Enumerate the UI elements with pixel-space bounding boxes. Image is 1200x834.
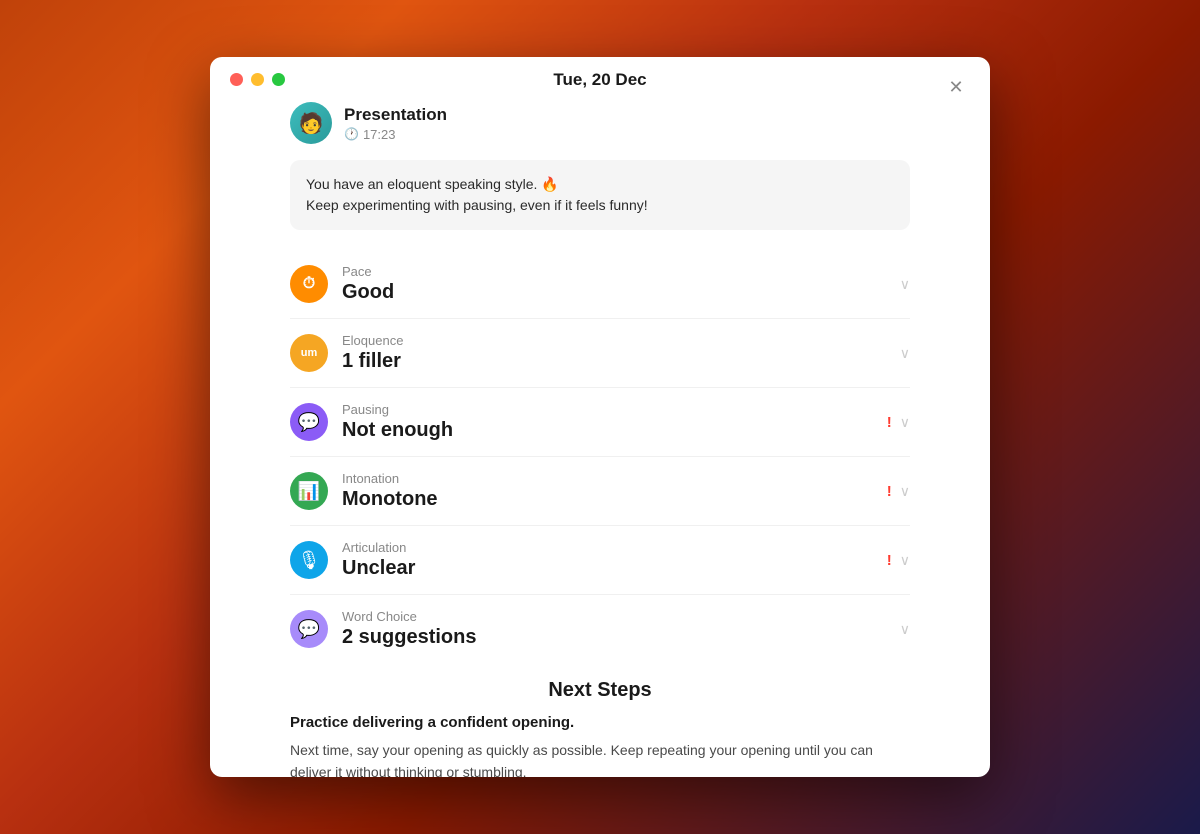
next-steps-title: Next Steps [290, 679, 910, 702]
maximize-traffic-light[interactable] [272, 73, 285, 86]
word-choice-chevron: ∨ [900, 621, 910, 638]
intonation-content: Intonation Monotone [342, 471, 887, 511]
pausing-content: Pausing Not enough [342, 402, 887, 442]
articulation-warning: ! [887, 552, 892, 569]
eloquence-content: Eloquence 1 filler [342, 333, 900, 373]
clock-icon: 🕐 [344, 127, 359, 141]
pausing-value: Not enough [342, 419, 887, 442]
next-steps-body: Next time, say your opening as quickly a… [290, 739, 910, 777]
word-choice-right: ∨ [900, 621, 910, 638]
intonation-label: Intonation [342, 471, 887, 486]
avatar-icon: 🧑 [299, 111, 324, 136]
intonation-warning: ! [887, 483, 892, 500]
next-steps-section: Next Steps Practice delivering a confide… [290, 679, 910, 777]
session-time: 🕐 17:23 [344, 127, 447, 142]
eloquence-value: 1 filler [342, 350, 900, 373]
pausing-icon: 💬 [290, 403, 328, 441]
articulation-chevron: ∨ [900, 552, 910, 569]
avatar: 🧑 [290, 102, 332, 144]
eloquence-chevron: ∨ [900, 345, 910, 362]
session-info: Presentation 🕐 17:23 [344, 105, 447, 142]
articulation-value: Unclear [342, 557, 887, 580]
intonation-chevron: ∨ [900, 483, 910, 500]
eloquence-right: ∨ [900, 345, 910, 362]
articulation-icon: 🎙 [290, 541, 328, 579]
window-title-area: Tue, 20 Dec [553, 70, 646, 90]
pace-chevron: ∨ [900, 276, 910, 293]
feedback-box: You have an eloquent speaking style. 🔥 K… [290, 160, 910, 230]
eloquence-icon: um [290, 334, 328, 372]
content-area: 🧑 Presentation 🕐 17:23 You have an eloqu… [210, 86, 990, 777]
intonation-icon: 📊 [290, 472, 328, 510]
articulation-label: Articulation [342, 540, 887, 555]
session-time-value: 17:23 [363, 127, 396, 142]
articulation-content: Articulation Unclear [342, 540, 887, 580]
articulation-right: ! ∨ [887, 552, 910, 569]
word-choice-label: Word Choice [342, 609, 900, 624]
pausing-label: Pausing [342, 402, 887, 417]
metric-articulation[interactable]: 🎙 Articulation Unclear ! ∨ [290, 526, 910, 595]
feedback-line1: You have an eloquent speaking style. 🔥 [306, 174, 894, 195]
word-choice-content: Word Choice 2 suggestions [342, 609, 900, 649]
metrics-list: ⏱ Pace Good ∨ um Eloquence 1 filler ∨ [290, 250, 910, 663]
pausing-warning: ! [887, 414, 892, 431]
pace-icon: ⏱ [290, 265, 328, 303]
title-bar: Tue, 20 Dec ✕ [210, 57, 990, 86]
metric-eloquence[interactable]: um Eloquence 1 filler ∨ [290, 319, 910, 388]
pace-content: Pace Good [342, 264, 900, 304]
metric-pace[interactable]: ⏱ Pace Good ∨ [290, 250, 910, 319]
pausing-chevron: ∨ [900, 414, 910, 431]
main-window: Tue, 20 Dec ✕ 🧑 Presentation 🕐 17:23 You… [210, 57, 990, 777]
session-title: Presentation [344, 105, 447, 125]
pace-value: Good [342, 281, 900, 304]
pace-right: ∨ [900, 276, 910, 293]
feedback-line2: Keep experimenting with pausing, even if… [306, 195, 894, 216]
close-traffic-light[interactable] [230, 73, 243, 86]
metric-intonation[interactable]: 📊 Intonation Monotone ! ∨ [290, 457, 910, 526]
minimize-traffic-light[interactable] [251, 73, 264, 86]
metric-pausing[interactable]: 💬 Pausing Not enough ! ∨ [290, 388, 910, 457]
intonation-value: Monotone [342, 488, 887, 511]
word-choice-value: 2 suggestions [342, 626, 900, 649]
eloquence-label: Eloquence [342, 333, 900, 348]
word-choice-icon: 💬 [290, 610, 328, 648]
next-steps-heading: Practice delivering a confident opening. [290, 714, 910, 731]
metric-word-choice[interactable]: 💬 Word Choice 2 suggestions ∨ [290, 595, 910, 663]
window-date: Tue, 20 Dec [553, 70, 646, 89]
intonation-right: ! ∨ [887, 483, 910, 500]
pace-label: Pace [342, 264, 900, 279]
session-header: 🧑 Presentation 🕐 17:23 [290, 102, 910, 144]
close-button[interactable]: ✕ [942, 73, 970, 101]
traffic-lights [230, 73, 285, 86]
pausing-right: ! ∨ [887, 414, 910, 431]
